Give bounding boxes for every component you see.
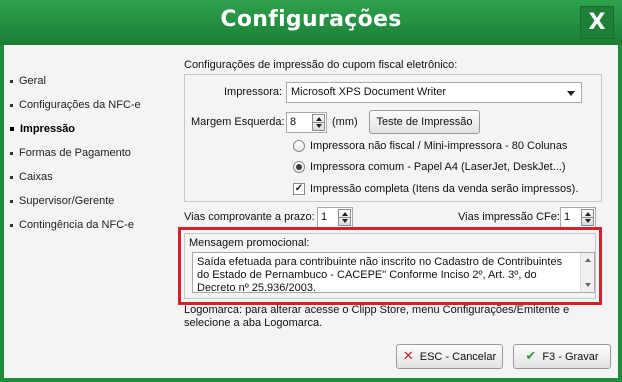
margin-value: 8 [290,116,297,128]
printer-select-value: Microsoft XPS Document Writer [291,86,447,98]
sidebar-item-supervisor[interactable]: Supervisor/Gerente [10,189,170,213]
bullet-icon [10,199,13,203]
chevron-down-icon [567,91,575,96]
sidebar-item-contingencia[interactable]: Contingência da NFC-e [10,213,170,237]
sidebar-item-caixas[interactable]: Caixas [10,165,170,189]
printer-select[interactable]: Microsoft XPS Document Writer [286,82,582,103]
margin-stepper[interactable]: 8 [286,112,327,133]
radio-label: Impressora comum - Papel A4 (LaserJet, D… [310,161,566,173]
margin-unit: (mm) [332,116,358,128]
radio-common-printer[interactable]: Impressora comum - Papel A4 (LaserJet, D… [293,161,566,173]
window-title: Configurações [220,7,402,32]
bullet-icon [10,175,13,179]
save-button[interactable]: ✔ F3 - Gravar [513,344,611,369]
sidebar-item-impressao[interactable]: Impressão [10,117,170,141]
cfe-copies-stepper[interactable]: 1 [560,207,596,228]
cancel-x-icon: ✕ [402,349,414,364]
cfe-copies-label: Vias impressão CFe: [458,211,560,223]
settings-window: Configurações X Geral Configurações da N… [0,0,622,382]
sidebar-item-label: Impressão [20,123,76,135]
radio-selected-icon [293,161,305,173]
save-button-label: F3 - Gravar [542,350,599,363]
bullet-icon [10,223,13,227]
radio-icon [293,140,305,152]
sidebar-item-nfce-config[interactable]: Configurações da NFC-e [10,93,170,117]
cfe-copies-value: 1 [564,211,571,223]
sidebar-item-label: Geral [19,75,46,87]
print-settings-header: Configurações de impressão do cupom fisc… [184,59,458,71]
highlight-frame [178,227,602,305]
term-copies-label: Vias comprovante a prazo: [184,211,315,223]
title-bar: Configurações X [0,0,622,45]
radio-label: Impressora não fiscal / Mini-impressora … [310,140,568,152]
bullet-icon [10,127,14,131]
printer-label: Impressora: [224,86,283,98]
settings-sidebar: Geral Configurações da NFC-e Impressão F… [10,69,170,237]
cancel-button-label: ESC - Cancelar [419,350,497,363]
bullet-icon [10,103,13,107]
printer-settings-group: Impressora: Microsoft XPS Document Write… [184,74,602,202]
term-copies-stepper[interactable]: 1 [317,207,353,228]
sidebar-item-formas-pagamento[interactable]: Formas de Pagamento [10,141,170,165]
margin-label: Margem Esquerda: [191,116,285,128]
full-print-checkbox[interactable]: ✓ Impressão completa (Itens da venda ser… [293,183,578,195]
sidebar-item-label: Configurações da NFC-e [19,99,141,111]
spinner-arrows-icon[interactable] [312,114,325,131]
term-copies-value: 1 [321,211,328,223]
spinner-arrows-icon[interactable] [581,209,594,226]
dialog-content: Geral Configurações da NFC-e Impressão F… [4,45,618,378]
checkmark-icon: ✓ [293,183,305,195]
sidebar-item-label: Contingência da NFC-e [19,219,134,231]
sidebar-item-label: Caixas [19,171,53,183]
full-print-label: Impressão completa (Itens da venda serão… [310,183,579,195]
sidebar-item-label: Supervisor/Gerente [19,195,115,207]
radio-thermal-printer[interactable]: Impressora não fiscal / Mini-impressora … [293,140,567,152]
save-check-icon: ✔ [525,349,537,364]
cancel-button[interactable]: ✕ ESC - Cancelar [396,344,503,369]
test-print-button[interactable]: Teste de Impressão [369,110,480,134]
bullet-icon [10,79,13,83]
logo-note: Logomarca: para alterar acesse o Clipp S… [184,304,570,329]
bullet-icon [10,151,13,155]
sidebar-item-label: Formas de Pagamento [19,147,131,159]
spinner-arrows-icon[interactable] [338,209,351,226]
sidebar-item-geral[interactable]: Geral [10,69,170,93]
close-button[interactable]: X [580,6,614,39]
